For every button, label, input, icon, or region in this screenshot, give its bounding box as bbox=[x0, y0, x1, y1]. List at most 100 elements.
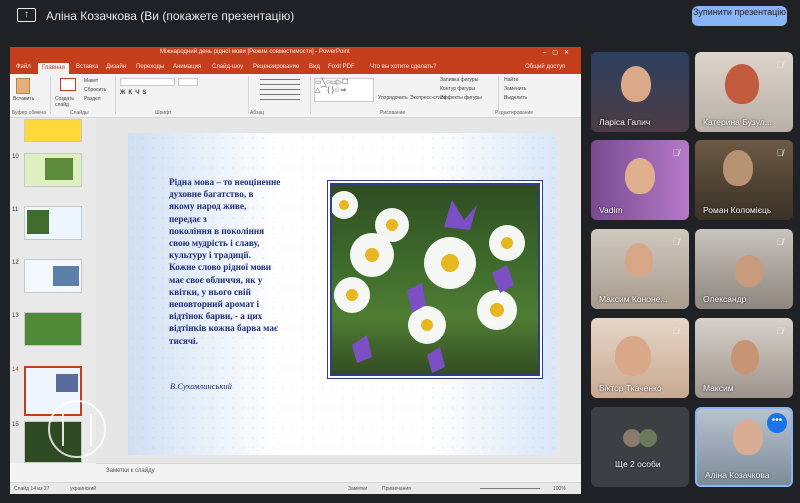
group-label-slides: Слайды bbox=[70, 110, 89, 116]
more-participants-tile[interactable]: Ще 2 особи bbox=[591, 407, 689, 487]
poem-line: тисячі. bbox=[169, 335, 198, 346]
tab-file[interactable]: Файл bbox=[16, 64, 31, 70]
stop-presenting-button[interactable]: Зупинити презентацію bbox=[692, 6, 787, 26]
shape-fill-button[interactable]: Заливка фигуры bbox=[440, 77, 478, 83]
comments-toggle[interactable]: Примечания bbox=[382, 486, 411, 492]
participant-face bbox=[625, 243, 653, 277]
group-label-font: Шрифт bbox=[155, 110, 172, 116]
tab-insert[interactable]: Вставка bbox=[76, 64, 98, 70]
ribbon-divider bbox=[310, 76, 311, 114]
poem-line: має своє обличчя, як у bbox=[169, 274, 263, 285]
presenter-title: Аліна Козачкова (Ви (покажете презентаці… bbox=[46, 9, 295, 23]
select-button[interactable]: Выделить bbox=[504, 95, 527, 101]
slide-thumbnail[interactable] bbox=[24, 119, 82, 142]
flowers-picture[interactable] bbox=[330, 183, 540, 376]
participant-tile[interactable]: 🎙̸ Максим bbox=[695, 318, 793, 398]
slide-number: 15 bbox=[12, 422, 19, 428]
zoom-level[interactable]: 100% bbox=[553, 486, 566, 492]
group-label-editing: Редактирование bbox=[495, 110, 534, 116]
current-slide[interactable]: Рідна мова – то неоціненне духовне багат… bbox=[128, 133, 557, 455]
participant-tile[interactable]: 🎙̸ Катерина Бузул... bbox=[695, 52, 793, 132]
font-format-buttons[interactable]: ЖКЧS bbox=[120, 90, 149, 96]
notes-toggle[interactable]: Заметки bbox=[348, 486, 367, 492]
slide-number: 12 bbox=[12, 260, 19, 266]
group-label-paragraph: Абзац bbox=[250, 110, 265, 116]
tab-foxit[interactable]: Foxit PDF bbox=[328, 64, 355, 70]
slide-thumbnail[interactable] bbox=[24, 206, 82, 240]
participant-face bbox=[733, 419, 763, 455]
poem-line: якому народ живе, bbox=[169, 201, 247, 212]
poem-line: передає з bbox=[169, 213, 207, 224]
window-controls[interactable]: –▢✕ bbox=[543, 49, 575, 56]
shape-effects-button[interactable]: Эффекты фигуры bbox=[440, 95, 482, 101]
participant-tile[interactable]: 🎙̸ Vadim bbox=[591, 140, 689, 220]
tab-home[interactable]: Главная bbox=[38, 63, 69, 74]
font-size-box[interactable] bbox=[178, 78, 198, 86]
participant-name: Олександр bbox=[703, 294, 747, 304]
share-button[interactable]: Общий доступ bbox=[525, 64, 565, 70]
slide-thumbnail[interactable] bbox=[24, 153, 82, 187]
participant-face bbox=[723, 150, 753, 186]
participant-face bbox=[735, 255, 763, 287]
participant-tile[interactable]: 🎙̸ Роман Коломієць bbox=[695, 140, 793, 220]
tab-slideshow[interactable]: Слайд-шоу bbox=[212, 64, 243, 70]
participant-tile[interactable]: 🎙̸ Віктор Ткаченко bbox=[591, 318, 689, 398]
tab-animation[interactable]: Анимация bbox=[173, 64, 201, 70]
participant-tile[interactable]: 🎙̸ Олександр bbox=[695, 229, 793, 309]
tab-review[interactable]: Рецензирование bbox=[253, 64, 299, 70]
poem-line: культуру і традиції. bbox=[169, 250, 251, 261]
ppt-window-title: Міжнародний день рідної мови [Режим совм… bbox=[160, 49, 350, 55]
participant-name: Ларіса Галич bbox=[599, 117, 651, 127]
poem-line: покоління в покоління bbox=[169, 225, 265, 236]
participant-face bbox=[615, 336, 651, 376]
poem-line: Кожне слово рідної мови bbox=[169, 262, 272, 273]
paste-button[interactable]: Вставить bbox=[13, 96, 34, 102]
section-button[interactable]: Раздел bbox=[84, 96, 101, 102]
new-slide-button[interactable]: Создать слайд bbox=[55, 96, 81, 108]
participant-name: Катерина Бузул... bbox=[703, 117, 772, 127]
arrange-button[interactable]: Упорядочить bbox=[378, 95, 408, 101]
group-label-clipboard: Буфер обмена bbox=[12, 110, 46, 116]
slide-counter: Слайд 14 из 27 bbox=[14, 486, 50, 492]
reset-button[interactable]: Сбросить bbox=[84, 87, 106, 93]
participant-face bbox=[725, 64, 759, 104]
participant-name: Максим bbox=[703, 383, 734, 393]
paste-icon[interactable] bbox=[16, 78, 30, 94]
ribbon-divider bbox=[248, 76, 249, 114]
slide-thumbnail[interactable] bbox=[24, 312, 82, 346]
slide-thumbnail[interactable] bbox=[24, 259, 82, 293]
mic-muted-icon: 🎙̸ bbox=[776, 60, 784, 70]
participant-name: Роман Коломієць bbox=[703, 205, 772, 215]
shape-outline-button[interactable]: Контур фигуры bbox=[440, 86, 475, 92]
paragraph-buttons[interactable] bbox=[260, 79, 300, 101]
slide-number: 10 bbox=[12, 154, 19, 160]
tab-design[interactable]: Дизайн bbox=[106, 64, 126, 70]
avatar bbox=[639, 429, 657, 447]
new-slide-icon[interactable] bbox=[60, 78, 76, 91]
shapes-gallery[interactable]: ▭╲○▭▷☐ △⌒{ }☆⇒ bbox=[314, 78, 374, 102]
mic-muted-icon: 🎙̸ bbox=[672, 148, 680, 158]
font-name-box[interactable] bbox=[120, 78, 175, 86]
tab-transitions[interactable]: Переходы bbox=[136, 64, 164, 70]
find-button[interactable]: Найти bbox=[504, 77, 518, 83]
slide-poem-text[interactable]: Рідна мова – то неоціненне духовне багат… bbox=[169, 176, 319, 347]
slide-number: 14 bbox=[12, 367, 19, 373]
zoom-slider[interactable] bbox=[480, 488, 540, 489]
participant-tile-self[interactable]: ••• Аліна Козачкова bbox=[695, 407, 793, 487]
participant-name: Аліна Козачкова bbox=[705, 470, 770, 480]
participant-tile[interactable]: 🎙̸ Максим Кононе... bbox=[591, 229, 689, 309]
tell-me-box[interactable]: Что вы хотите сделать? bbox=[370, 64, 436, 70]
poem-line: Рідна мова – то неоціненне bbox=[169, 177, 281, 187]
tab-view[interactable]: Вид bbox=[309, 64, 320, 70]
language-indicator[interactable]: украинский bbox=[70, 486, 96, 492]
more-options-icon[interactable]: ••• bbox=[767, 413, 787, 433]
replace-button[interactable]: Заменить bbox=[504, 86, 526, 92]
presentation-icon: ↑ bbox=[17, 8, 36, 22]
notes-pane[interactable]: Заметки к слайду bbox=[96, 463, 581, 479]
layout-button[interactable]: Макет bbox=[84, 78, 98, 84]
participant-tile[interactable]: Ларіса Галич bbox=[591, 52, 689, 132]
status-bar: Слайд 14 из 27 украинский Заметки Примеч… bbox=[10, 482, 581, 494]
more-participants-label: Ще 2 особи bbox=[615, 459, 661, 469]
poem-line: квітки, у нього свій bbox=[169, 286, 251, 297]
mic-muted-icon: 🎙̸ bbox=[672, 237, 680, 247]
